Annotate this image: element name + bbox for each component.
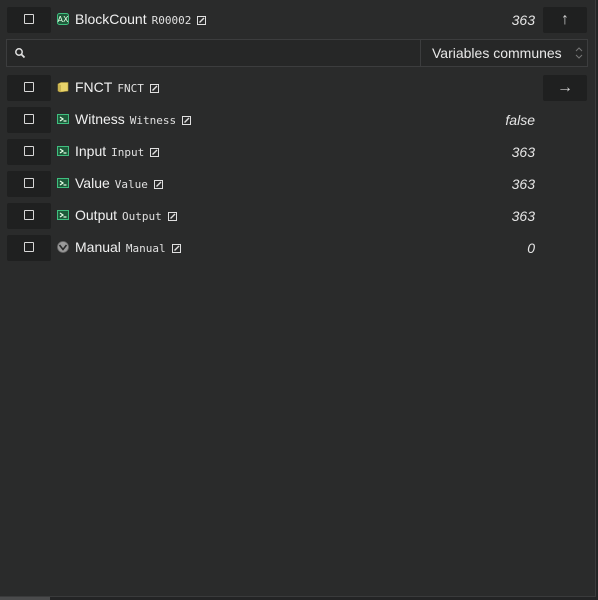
row-name-label: Output bbox=[75, 207, 118, 223]
search-input[interactable] bbox=[7, 40, 421, 66]
list-item: Witness Witness false bbox=[0, 107, 596, 133]
row-checkbox[interactable] bbox=[24, 146, 34, 156]
list-item: Manual Manual 0 bbox=[0, 235, 596, 261]
row-code: Output bbox=[122, 210, 162, 223]
row-name-label: Manual bbox=[75, 239, 121, 255]
row-code: Manual bbox=[125, 242, 166, 255]
row-name-label: Input bbox=[75, 143, 107, 159]
edit-icon[interactable] bbox=[153, 180, 163, 189]
row-value: 363 bbox=[511, 176, 535, 192]
row-checkbox[interactable] bbox=[24, 178, 34, 188]
row-code: Input bbox=[111, 146, 145, 159]
scope-select[interactable]: Variables communes bbox=[422, 40, 588, 66]
list-item: Input Input 363 bbox=[0, 139, 596, 165]
navigate-into-button[interactable]: → bbox=[543, 75, 587, 101]
row-name[interactable]: Input Input bbox=[75, 143, 160, 159]
variable-icon bbox=[57, 210, 69, 220]
header-code: R00002 bbox=[151, 14, 192, 27]
row-checkbox-cell[interactable] bbox=[7, 139, 51, 165]
header-checkbox[interactable] bbox=[24, 14, 34, 24]
list-item: Output Output 363 bbox=[0, 203, 596, 229]
folder-icon bbox=[57, 82, 69, 93]
row-name[interactable]: Manual Manual bbox=[75, 239, 181, 255]
edit-icon[interactable] bbox=[182, 116, 192, 125]
row-value: 0 bbox=[527, 240, 535, 256]
list-item: FNCT FNCT → bbox=[0, 75, 596, 101]
header-name[interactable]: BlockCount R00002 bbox=[75, 11, 207, 27]
edit-icon[interactable] bbox=[171, 244, 181, 253]
edit-icon[interactable] bbox=[197, 16, 207, 25]
list-item: Value Value 363 bbox=[0, 171, 596, 197]
row-code: FNCT bbox=[117, 82, 144, 95]
svg-text:AX: AX bbox=[58, 15, 69, 24]
row-name[interactable]: Value Value bbox=[75, 175, 163, 191]
arrow-up-icon: ↑ bbox=[561, 11, 569, 28]
row-checkbox[interactable] bbox=[24, 114, 34, 124]
header-name-label: BlockCount bbox=[75, 11, 147, 27]
row-value: 363 bbox=[511, 208, 535, 224]
row-checkbox-cell[interactable] bbox=[7, 171, 51, 197]
row-name-label: Value bbox=[75, 175, 110, 191]
header-value: 363 bbox=[511, 12, 535, 28]
row-value: 363 bbox=[511, 144, 535, 160]
row-name[interactable]: FNCT FNCT bbox=[75, 79, 159, 95]
row-name-label: FNCT bbox=[75, 79, 113, 95]
row-checkbox-cell[interactable] bbox=[7, 203, 51, 229]
row-code: Value bbox=[114, 178, 148, 191]
row-checkbox[interactable] bbox=[24, 242, 34, 252]
row-checkbox[interactable] bbox=[24, 210, 34, 220]
scope-select-value: Variables communes bbox=[432, 45, 562, 61]
row-checkbox-cell[interactable] bbox=[7, 107, 51, 133]
header-checkbox-cell[interactable] bbox=[7, 7, 51, 33]
arrow-right-icon: → bbox=[557, 79, 573, 96]
row-name-label: Witness bbox=[75, 111, 125, 127]
gauge-icon bbox=[57, 241, 69, 253]
edit-icon[interactable] bbox=[150, 148, 160, 157]
row-checkbox-cell[interactable] bbox=[7, 235, 51, 261]
updown-chevron-icon bbox=[575, 47, 583, 59]
variable-icon bbox=[57, 178, 69, 188]
row-code: Witness bbox=[129, 114, 177, 127]
row-checkbox[interactable] bbox=[24, 82, 34, 92]
navigate-up-button[interactable]: ↑ bbox=[543, 7, 587, 33]
row-checkbox-cell[interactable] bbox=[7, 75, 51, 101]
counter-block-icon: AX bbox=[57, 13, 69, 25]
row-name[interactable]: Witness Witness bbox=[75, 111, 192, 127]
variables-panel: AX BlockCount R00002 363 ↑ Variables comm… bbox=[0, 0, 596, 597]
edit-icon[interactable] bbox=[149, 84, 159, 93]
edit-icon[interactable] bbox=[167, 212, 177, 221]
variable-icon bbox=[57, 146, 69, 156]
filter-bar: Variables communes bbox=[6, 39, 588, 67]
row-value: false bbox=[505, 112, 535, 128]
header-row: AX BlockCount R00002 363 ↑ bbox=[0, 7, 596, 33]
row-name[interactable]: Output Output bbox=[75, 207, 177, 223]
variable-icon bbox=[57, 114, 69, 124]
